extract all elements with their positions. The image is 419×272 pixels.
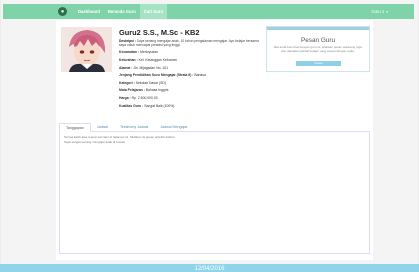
description-text: Saya senang mengajar anak. 10 tahun peng… [119, 39, 259, 48]
field-label: Kategori : [119, 80, 135, 85]
order-teacher-box: Pesan Guru Jika anda berminat dengan gur… [266, 26, 370, 72]
field-harga: Harga : Rp. 2.500.000.00 [119, 95, 259, 103]
field-value: Sekolah Dasar (SD) [135, 80, 166, 85]
field-value: Mertoyudan [140, 50, 159, 55]
top-navbar: ● Dashboard Beranda Guru Cari Guru Guru … [3, 4, 414, 19]
teacher-info: Guru2 S.S., M.Sc - KB2 Deskripsi : Saya … [119, 28, 259, 110]
field-jenjang-pendidikan: Jenjang Pendidikan Guru Mengajar (Strata… [119, 72, 259, 80]
footer: 12/04/2016 [0, 264, 419, 272]
teacher-name: Guru2 S.S., M.Sc - KB2 [119, 28, 200, 37]
tab-jadwal-mengajar[interactable]: Jadwal Mengajar [154, 123, 193, 132]
avatar [61, 27, 112, 72]
order-text: Jika anda berminat dengan guru ini, sila… [273, 45, 363, 53]
field-label: Mata Pelajaran : [119, 88, 145, 93]
tab-jadwal[interactable]: Jadwal [91, 123, 114, 132]
field-value: Jln. Mijagadan No. 101 [133, 65, 169, 70]
tab-content-panel: Terima kasih atas respon kemarin di hala… [59, 132, 370, 254]
field-label: Alamat : [119, 65, 133, 70]
teacher-avatar-image [61, 27, 112, 72]
field-value: Bahasa [194, 73, 206, 78]
field-mata-pelajaran: Mata Pelajaran : Bahasa Inggris [119, 87, 259, 95]
field-value: Rp. 2.500.000.00 [131, 95, 158, 100]
field-kecamatan: Kecamatan : Mertoyudan [119, 49, 259, 57]
tab-tanggapan[interactable]: Tanggapan [59, 123, 91, 132]
nav-link-beranda-guru[interactable]: Beranda Guru [104, 4, 140, 19]
field-label: Kecamatan : [119, 50, 140, 55]
chevron-down-icon: ▾ [386, 9, 388, 14]
tab-testimony-jadwal[interactable]: Testimony Jadwal [114, 123, 154, 132]
field-value: Bahasa Inggris [145, 88, 169, 93]
field-alamat: Alamat : Jln. Mijagadan No. 101 [119, 65, 259, 73]
field-kategori: Kategori : Sekolah Dasar (SD) [119, 80, 259, 88]
field-label: Kelurahan : [119, 58, 138, 62]
logo-icon[interactable]: ● [58, 7, 67, 16]
field-value: Kel. Ketanggan Kebumen [138, 58, 178, 62]
field-kualitas-guru: Kualitas Guru : Sangat Baik (100%) [119, 103, 259, 111]
field-kelurahan: Kelurahan : Kel. Ketanggan Kebumen [119, 57, 259, 65]
nav-link-cari-guru[interactable]: Cari Guru [139, 4, 168, 19]
user-menu-label: Guru 1 [371, 9, 385, 14]
tab-bar: Tanggapan Jadwal Testimony Jadwal Jadwal… [59, 123, 370, 132]
field-value: Sangat Baik (100%) [144, 103, 175, 108]
teacher-description: Deskripsi : Saya senang mengajar anak. 1… [119, 39, 259, 47]
nav-link-dashboard[interactable]: Dashboard [74, 4, 104, 19]
footer-text: 12/04/2016 [194, 266, 225, 272]
order-title: Pesan Guru [300, 37, 336, 44]
order-button[interactable]: Pesan [296, 61, 341, 66]
field-label: Harga : [119, 95, 131, 100]
user-menu[interactable]: Guru 1 ▾ [371, 4, 388, 19]
tab-content-line: Saya sangat senang mengajar anak di ruma… [64, 139, 126, 144]
field-label: Kualitas Guru : [119, 103, 144, 108]
order-box-accent [267, 27, 369, 30]
teacher-profile-card: Guru2 S.S., M.Sc - KB2 Deskripsi : Saya … [56, 20, 373, 260]
field-label: Jenjang Pendidikan Guru Mengajar (Strata… [119, 73, 194, 78]
